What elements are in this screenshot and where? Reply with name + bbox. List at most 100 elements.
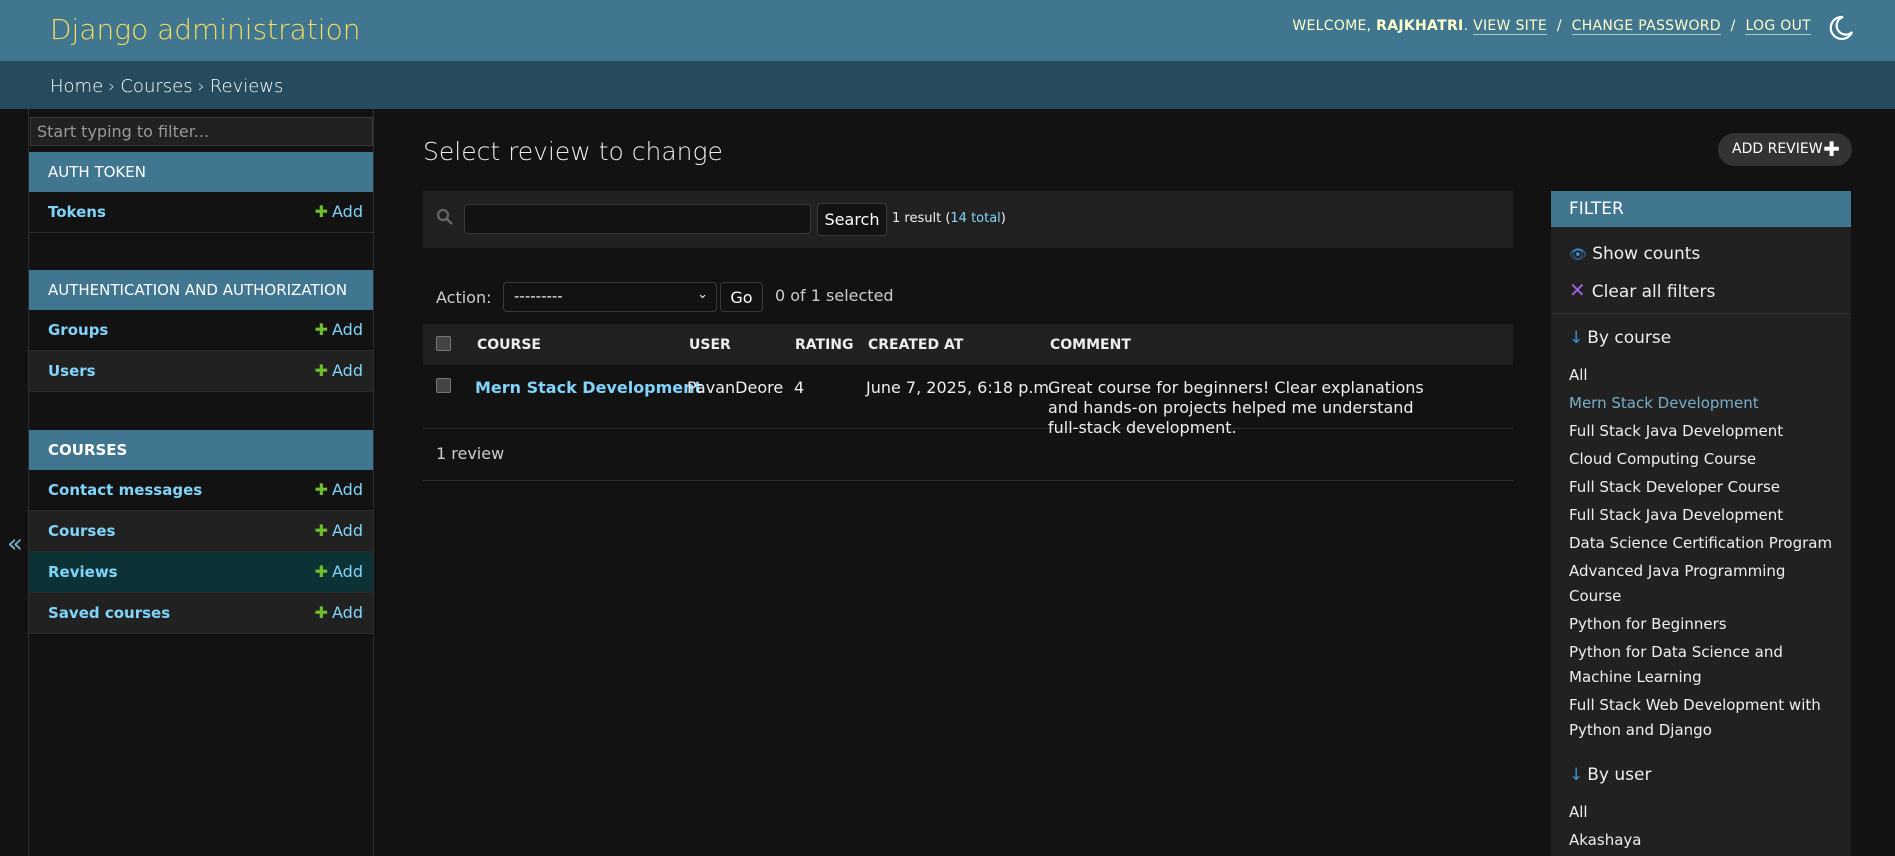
- module-authentication: AUTHENTICATION AND AUTHORIZATION Groups …: [29, 270, 373, 392]
- add-label: Add: [332, 603, 363, 622]
- filter-option-selected[interactable]: Mern Stack Development: [1569, 391, 1839, 416]
- plus-icon: ✚: [314, 361, 329, 380]
- column-header-created-at[interactable]: CREATED AT: [868, 337, 963, 353]
- plus-icon: ✚: [314, 562, 329, 581]
- model-link-groups[interactable]: Groups: [48, 321, 108, 339]
- add-tokens-button[interactable]: ✚ Add: [315, 202, 363, 221]
- row-checkbox[interactable]: [436, 378, 451, 393]
- total-count-link[interactable]: 14 total: [950, 211, 1000, 226]
- breadcrumb-courses[interactable]: Courses: [120, 76, 192, 97]
- arrow-down-icon: ↓: [1569, 328, 1584, 348]
- nav-filter-input[interactable]: [30, 117, 373, 146]
- model-link-users[interactable]: Users: [48, 362, 96, 380]
- column-header-course[interactable]: COURSE: [477, 337, 541, 353]
- by-course-label: By course: [1587, 328, 1672, 348]
- add-label: Add: [332, 480, 363, 499]
- add-users-button[interactable]: ✚ Add: [315, 361, 363, 380]
- search-button[interactable]: Search: [817, 203, 887, 236]
- filter-option[interactable]: Python for Beginners: [1569, 612, 1839, 637]
- module-auth-token: AUTH TOKEN Tokens ✚ Add: [29, 152, 373, 233]
- show-counts-link[interactable]: 👁 Show counts: [1569, 244, 1700, 264]
- model-link-reviews[interactable]: Reviews: [48, 563, 118, 581]
- log-out-link[interactable]: LOG OUT: [1745, 18, 1811, 35]
- go-button[interactable]: Go: [720, 282, 763, 312]
- user-filter-options: All Akashaya: [1569, 800, 1839, 856]
- plus-icon: ✚: [314, 603, 329, 622]
- model-link-courses[interactable]: Courses: [48, 522, 115, 540]
- filter-option[interactable]: Advanced Java Programming Course: [1569, 559, 1839, 609]
- add-review-button[interactable]: ADD REVIEW ✚: [1718, 133, 1852, 166]
- search-input[interactable]: [464, 204, 811, 234]
- breadcrumb-current: Reviews: [209, 76, 284, 97]
- clear-all-label: Clear all filters: [1591, 282, 1716, 302]
- filter-heading-by-course[interactable]: ↓ By course: [1569, 328, 1671, 348]
- module-caption[interactable]: COURSES: [29, 430, 373, 470]
- filter-option[interactable]: All: [1569, 800, 1839, 825]
- cell-user: PavanDeore: [687, 378, 784, 397]
- filter-option[interactable]: Data Science Certification Program: [1569, 531, 1839, 556]
- model-link-contact-messages[interactable]: Contact messages: [48, 481, 202, 499]
- breadcrumb-separator: ›: [197, 76, 205, 97]
- double-chevron-left-icon: «: [7, 529, 23, 559]
- action-label: Action:: [436, 288, 492, 307]
- breadcrumb: Home › Courses › Reviews: [0, 61, 1895, 109]
- add-label: Add: [332, 562, 363, 581]
- add-contact-messages-button[interactable]: ✚ Add: [315, 480, 363, 499]
- search-toolbar: Search 1 result (14 total): [423, 191, 1513, 248]
- plus-icon: ✚: [1823, 137, 1840, 161]
- filter-option[interactable]: Full Stack Java Development: [1569, 503, 1839, 528]
- add-courses-button[interactable]: ✚ Add: [315, 521, 363, 540]
- cell-rating: 4: [794, 378, 805, 397]
- moon-icon[interactable]: [1827, 14, 1855, 42]
- column-header-user[interactable]: USER: [689, 337, 731, 353]
- filter-heading-by-user[interactable]: ↓ By user: [1569, 765, 1651, 785]
- module-courses: COURSES Contact messages ✚ Add Courses ✚ A…: [29, 430, 373, 634]
- plus-icon: ✚: [314, 320, 329, 339]
- filter-option[interactable]: Akashaya: [1569, 828, 1839, 853]
- filter-option[interactable]: All: [1569, 363, 1839, 388]
- actions-bar: Action: --------- ⌄ Go 0 of 1 selected: [423, 280, 1513, 314]
- user-tools: WELCOME, RAJKHATRI. VIEW SITE / CHANGE P…: [1292, 18, 1811, 35]
- by-user-label: By user: [1587, 765, 1652, 785]
- page-title: Select review to change: [423, 137, 723, 166]
- result-count-close: ): [1000, 211, 1006, 226]
- filter-option[interactable]: Full Stack Java Development: [1569, 419, 1839, 444]
- filter-option[interactable]: Cloud Computing Course: [1569, 447, 1839, 472]
- toggle-sidebar-button[interactable]: «: [0, 109, 28, 856]
- filter-option[interactable]: Full Stack Web Development with Python a…: [1569, 693, 1839, 743]
- add-label: Add: [332, 521, 363, 540]
- site-branding[interactable]: Django administration: [50, 13, 360, 46]
- separator: /: [1556, 18, 1562, 34]
- breadcrumb-home[interactable]: Home: [50, 76, 103, 97]
- module-caption[interactable]: AUTH TOKEN: [29, 152, 373, 192]
- add-groups-button[interactable]: ✚ Add: [315, 320, 363, 339]
- view-site-link[interactable]: VIEW SITE: [1473, 18, 1548, 35]
- filter-title: FILTER: [1551, 191, 1851, 227]
- column-header-rating[interactable]: RATING: [795, 337, 854, 353]
- close-icon: ✕: [1569, 278, 1586, 302]
- chevron-down-icon: ⌄: [697, 287, 708, 302]
- eye-icon: 👁: [1569, 247, 1587, 263]
- filter-option[interactable]: Python for Data Science and Machine Lear…: [1569, 640, 1839, 690]
- add-label: Add: [332, 202, 363, 221]
- module-caption[interactable]: AUTHENTICATION AND AUTHORIZATION: [29, 270, 373, 310]
- course-filter-options: All Mern Stack Development Full Stack Ja…: [1569, 363, 1839, 746]
- change-password-link[interactable]: CHANGE PASSWORD: [1571, 18, 1721, 35]
- model-link-saved-courses[interactable]: Saved courses: [48, 604, 170, 622]
- select-all-checkbox[interactable]: [436, 336, 451, 351]
- filter-option[interactable]: Full Stack Developer Course: [1569, 475, 1839, 500]
- action-selected-value: ---------: [514, 287, 563, 305]
- column-header-comment[interactable]: COMMENT: [1050, 337, 1131, 353]
- add-saved-courses-button[interactable]: ✚ Add: [315, 603, 363, 622]
- table-header: COURSE USER RATING CREATED AT COMMENT: [423, 324, 1513, 365]
- plus-icon: ✚: [314, 202, 329, 221]
- model-link-tokens[interactable]: Tokens: [48, 203, 106, 221]
- clear-all-filters-link[interactable]: ✕ Clear all filters: [1569, 278, 1715, 302]
- filter-panel: FILTER 👁 Show counts ✕ Clear all filters …: [1551, 191, 1851, 856]
- nav-sidebar: AUTH TOKEN Tokens ✚Add AUTHENTICATION AN…: [28, 109, 374, 856]
- action-select[interactable]: --------- ⌄: [503, 282, 717, 312]
- model-row-users: Users ✚ Add: [29, 351, 373, 392]
- add-reviews-button[interactable]: ✚ Add: [315, 562, 363, 581]
- add-label: Add: [332, 361, 363, 380]
- course-link[interactable]: Mern Stack Development: [475, 378, 702, 397]
